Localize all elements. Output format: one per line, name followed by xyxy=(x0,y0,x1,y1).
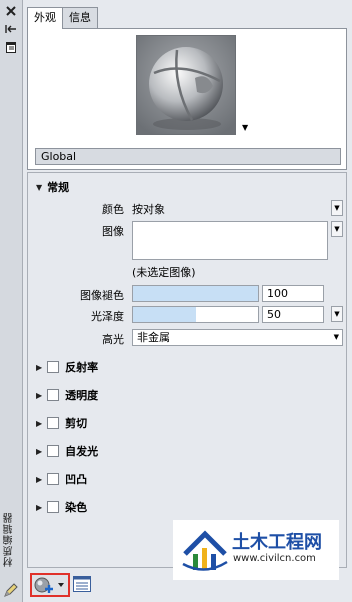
section-label: 自发光 xyxy=(65,445,99,458)
expand-arrow-icon[interactable]: ▶ xyxy=(36,503,42,512)
glossiness-slider[interactable] xyxy=(132,306,259,323)
glossiness-slider-fill xyxy=(133,307,196,322)
highlights-select[interactable]: 非金属 ▼ xyxy=(132,329,343,346)
section-label: 染色 xyxy=(65,501,88,514)
section-transparency[interactable]: ▶ 透明度 xyxy=(36,387,98,403)
appearance-tab-content: ▼ Global xyxy=(27,28,347,170)
image-status-text: (未选定图像) xyxy=(132,266,196,279)
pencil-icon xyxy=(3,582,19,598)
auto-hide-icon[interactable] xyxy=(3,22,19,36)
section-checkbox[interactable] xyxy=(47,473,60,485)
preview-options-dropdown[interactable]: ▼ xyxy=(242,123,248,132)
section-checkbox[interactable] xyxy=(47,417,60,429)
tab-appearance[interactable]: 外观 xyxy=(27,7,63,29)
expand-arrow-icon[interactable]: ▶ xyxy=(36,419,42,428)
palette-title: 材质编辑器 xyxy=(4,512,15,567)
image-slot[interactable] xyxy=(132,221,328,260)
section-cutouts[interactable]: ▶ 剪切 xyxy=(36,415,87,431)
material-editor-panel: 外观 信息 ▼ Global ▼ 常规 颜色 按对象 ▼ 图像 ▼ (未选定图像… xyxy=(23,0,352,602)
color-dropdown-button[interactable]: ▼ xyxy=(331,200,343,216)
section-checkbox[interactable] xyxy=(47,445,60,457)
expand-arrow-icon[interactable]: ▶ xyxy=(36,475,42,484)
expand-arrow-icon[interactable]: ▶ xyxy=(36,363,42,372)
close-icon[interactable] xyxy=(3,4,19,18)
watermark: 土木工程网 www.civilcn.com xyxy=(173,520,339,580)
tab-bar: 外观 信息 xyxy=(27,7,98,29)
section-self-illumination[interactable]: ▶ 自发光 xyxy=(36,443,98,459)
glossiness-dropdown-button[interactable]: ▼ xyxy=(331,306,343,322)
color-value[interactable]: 按对象 xyxy=(132,201,165,217)
image-label: 图像 xyxy=(102,225,124,238)
watermark-logo xyxy=(182,530,228,571)
section-bump[interactable]: ▶ 凹凸 xyxy=(36,471,87,487)
section-reflectivity[interactable]: ▶ 反射率 xyxy=(36,359,98,375)
watermark-title: 土木工程网 xyxy=(232,532,322,553)
material-preview[interactable] xyxy=(136,35,236,135)
section-label: 凹凸 xyxy=(65,473,88,486)
image-fade-label: 图像褪色 xyxy=(80,289,124,302)
glossiness-input[interactable]: 50 xyxy=(262,306,324,323)
material-browser-icon[interactable] xyxy=(73,576,91,592)
chevron-down-icon: ▼ xyxy=(333,333,339,341)
watermark-url: www.civilcn.com xyxy=(233,553,316,564)
expand-arrow-icon[interactable]: ▶ xyxy=(36,447,42,456)
section-checkbox[interactable] xyxy=(47,389,60,401)
color-label: 颜色 xyxy=(102,203,124,216)
highlights-label: 高光 xyxy=(102,333,124,346)
image-fade-slider[interactable] xyxy=(132,285,259,302)
section-tint[interactable]: ▶ 染色 xyxy=(36,499,87,515)
properties-panel: ▼ 常规 颜色 按对象 ▼ 图像 ▼ (未选定图像) 图像褪色 100 光泽度 … xyxy=(27,172,347,568)
glossiness-label: 光泽度 xyxy=(91,310,124,323)
expand-arrow-icon[interactable]: ▶ xyxy=(36,391,42,400)
tab-information[interactable]: 信息 xyxy=(62,7,98,28)
section-common[interactable]: ▼ 常规 xyxy=(36,179,69,195)
image-dropdown-button[interactable]: ▼ xyxy=(331,221,343,237)
collapse-arrow-icon[interactable]: ▼ xyxy=(36,183,42,192)
image-fade-input[interactable]: 100 xyxy=(262,285,324,302)
section-common-label: 常规 xyxy=(47,181,70,194)
image-fade-slider-fill xyxy=(133,286,258,301)
material-name-field[interactable]: Global xyxy=(35,148,341,165)
section-label: 剪切 xyxy=(65,417,88,430)
section-checkbox[interactable] xyxy=(47,361,60,373)
create-material-button[interactable] xyxy=(30,573,70,597)
properties-icon[interactable] xyxy=(3,40,19,54)
section-label: 透明度 xyxy=(65,389,99,402)
highlights-value: 非金属 xyxy=(137,331,170,344)
section-label: 反射率 xyxy=(65,361,99,374)
palette-strip: 材质编辑器 xyxy=(0,0,23,602)
section-checkbox[interactable] xyxy=(47,501,60,513)
